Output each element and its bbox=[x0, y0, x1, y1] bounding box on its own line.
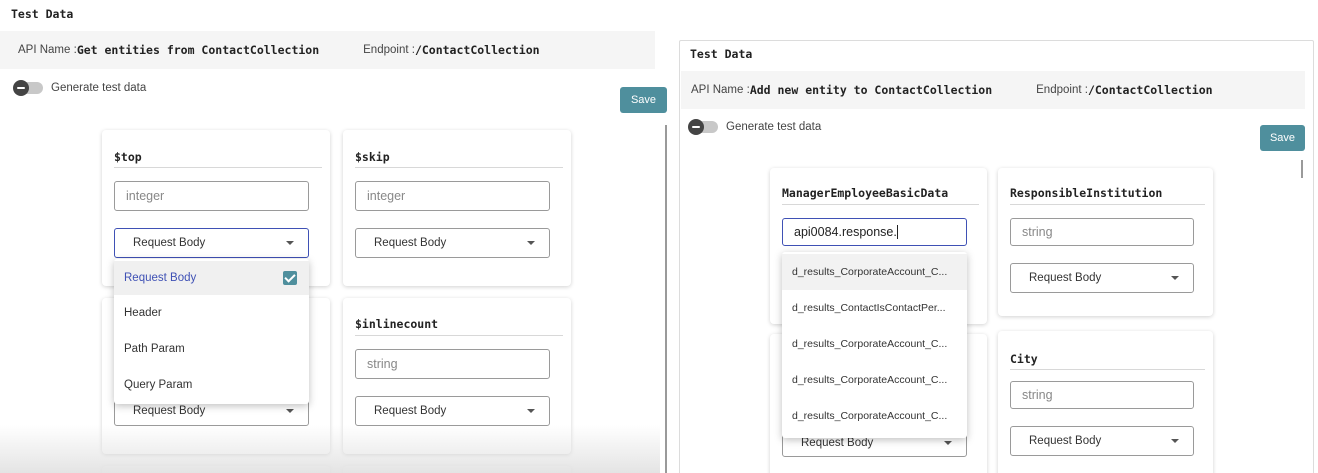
right-toggle-label: Generate test data bbox=[726, 121, 822, 133]
card-responsible-institution: ResponsibleInstitution string Request Bo… bbox=[998, 168, 1213, 316]
card-responsible-divider bbox=[1010, 204, 1205, 205]
left-endpoint-label: Endpoint : bbox=[363, 44, 415, 56]
dropdown-option-label: Request Body bbox=[124, 272, 197, 284]
right-api-name-label: API Name : bbox=[691, 84, 750, 96]
card-top-divider bbox=[114, 167, 322, 168]
skip-source-select-value: Request Body bbox=[374, 237, 447, 249]
left-save-button[interactable]: Save bbox=[620, 87, 667, 113]
top-source-select-value: Request Body bbox=[133, 237, 206, 249]
right-save-button[interactable]: Save bbox=[1260, 125, 1305, 151]
skip-source-select[interactable]: Request Body bbox=[355, 228, 550, 258]
right-endpoint-label: Endpoint : bbox=[1036, 84, 1088, 96]
city-source-select-value: Request Body bbox=[1029, 435, 1102, 447]
card-responsible-title: ResponsibleInstitution bbox=[1010, 186, 1163, 200]
right-scrollbar[interactable] bbox=[1301, 160, 1303, 178]
source-dropdown-menu: Request Body Header Path Param Query Par… bbox=[114, 259, 309, 404]
right-api-info-bar: API Name : Add new entity to ContactColl… bbox=[681, 71, 1305, 109]
bottom-fade bbox=[0, 425, 660, 473]
card-skip-divider bbox=[355, 167, 563, 168]
card-skip: $skip integer Request Body bbox=[343, 130, 571, 286]
chevron-down-icon bbox=[1171, 439, 1179, 443]
card-top-title: $top bbox=[114, 150, 142, 164]
dropdown-option-query-param[interactable]: Query Param bbox=[114, 367, 309, 403]
dropdown-option-header[interactable]: Header bbox=[114, 295, 309, 331]
left-api-name-label: API Name : bbox=[18, 44, 77, 56]
inlinecount-input[interactable]: string bbox=[355, 349, 550, 379]
suggestion-item[interactable]: d_results_ContactIsContactPer... bbox=[782, 290, 967, 326]
suggestion-item[interactable]: d_results_CorporateAccount_C... bbox=[782, 398, 967, 434]
city-input[interactable]: string bbox=[1010, 381, 1194, 409]
left-page-title: Test Data bbox=[11, 7, 74, 21]
chevron-down-icon bbox=[944, 441, 952, 445]
chevron-down-icon bbox=[1171, 276, 1179, 280]
responsible-source-select[interactable]: Request Body bbox=[1010, 263, 1194, 293]
card-manager-title: ManagerEmployeeBasicData bbox=[782, 186, 949, 200]
manager-input-value: api0084.response. bbox=[794, 225, 897, 239]
responsible-source-select-value: Request Body bbox=[1029, 272, 1102, 284]
manager-input[interactable]: api0084.response. bbox=[782, 218, 967, 246]
left-generate-test-data-toggle[interactable]: Generate test data bbox=[13, 80, 147, 96]
city-source-select[interactable]: Request Body bbox=[1010, 426, 1194, 456]
autocomplete-suggestions: d_results_CorporateAccount_C... d_result… bbox=[782, 252, 967, 438]
card-inlinecount-divider bbox=[355, 335, 563, 336]
right-page-title: Test Data bbox=[690, 47, 753, 61]
right-toggle-switch[interactable] bbox=[688, 119, 718, 135]
checkbox-checked-icon bbox=[283, 271, 297, 285]
card-inlinecount-title: $inlinecount bbox=[355, 317, 439, 331]
chevron-down-icon bbox=[286, 241, 294, 245]
hidden-source-select-value: Request Body bbox=[133, 405, 206, 417]
dropdown-option-path-param[interactable]: Path Param bbox=[114, 331, 309, 367]
left-toggle-label: Generate test data bbox=[51, 82, 147, 94]
card-city-divider bbox=[1010, 369, 1205, 370]
chevron-down-icon bbox=[527, 409, 535, 413]
dropdown-option-request-body[interactable]: Request Body bbox=[114, 261, 309, 295]
chevron-down-icon bbox=[527, 241, 535, 245]
left-endpoint-value: /ContactCollection bbox=[414, 43, 540, 57]
inlinecount-source-select-value: Request Body bbox=[374, 405, 447, 417]
toggle-knob-icon bbox=[13, 80, 29, 96]
card-manager-divider bbox=[782, 204, 979, 205]
left-api-info-bar: API Name : Get entities from ContactColl… bbox=[0, 31, 655, 69]
inlinecount-source-select[interactable]: Request Body bbox=[355, 396, 550, 426]
lower-left-source-select-value: Request Body bbox=[801, 437, 874, 449]
right-generate-test-data-toggle[interactable]: Generate test data bbox=[688, 119, 822, 135]
skip-input[interactable]: integer bbox=[355, 181, 550, 211]
card-skip-title: $skip bbox=[355, 150, 390, 164]
left-toggle-switch[interactable] bbox=[13, 80, 43, 96]
left-scrollbar[interactable] bbox=[665, 125, 667, 473]
top-source-select[interactable]: Request Body bbox=[114, 228, 309, 258]
suggestion-item[interactable]: d_results_CorporateAccount_C... bbox=[782, 326, 967, 362]
right-api-name-value: Add new entity to ContactCollection bbox=[749, 83, 993, 97]
right-endpoint-value: /ContactCollection bbox=[1087, 83, 1213, 97]
responsible-input[interactable]: string bbox=[1010, 218, 1194, 246]
card-city: City string Request Body bbox=[998, 331, 1213, 473]
text-cursor bbox=[896, 225, 898, 239]
chevron-down-icon bbox=[286, 409, 294, 413]
toggle-knob-icon bbox=[688, 119, 704, 135]
card-city-title: City bbox=[1010, 352, 1038, 366]
top-input[interactable]: integer bbox=[114, 181, 309, 211]
suggestion-item[interactable]: d_results_CorporateAccount_C... bbox=[782, 362, 967, 398]
suggestion-item[interactable]: d_results_CorporateAccount_C... bbox=[782, 254, 967, 290]
left-api-name-value: Get entities from ContactCollection bbox=[76, 43, 320, 57]
